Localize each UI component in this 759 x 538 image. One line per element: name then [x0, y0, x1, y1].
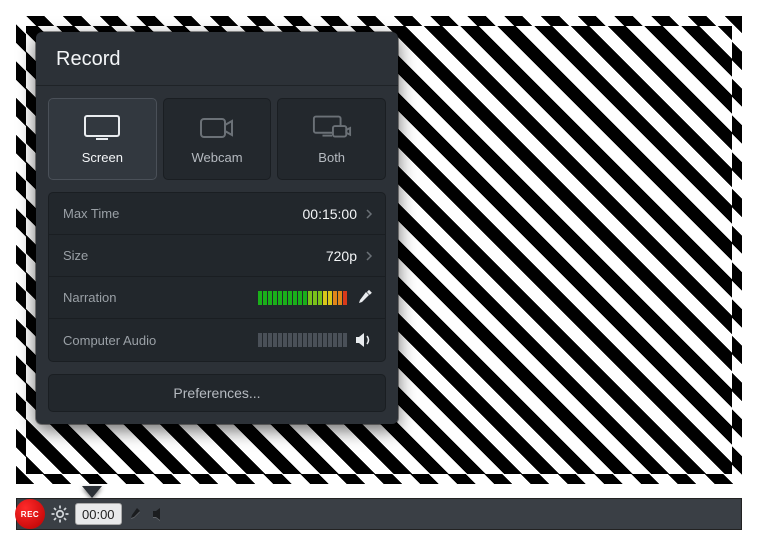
panel-title: Record	[36, 32, 398, 86]
mode-selector: Screen Webcam Both	[48, 98, 386, 180]
setting-size[interactable]: Size 720p	[49, 235, 385, 277]
preferences-label: Preferences...	[173, 385, 260, 401]
webcam-icon	[197, 114, 237, 142]
resize-handle-top-right[interactable]	[724, 14, 744, 34]
chevron-right-icon	[361, 251, 377, 261]
setting-computer-audio[interactable]: Computer Audio	[49, 319, 385, 361]
microphone-status-icon[interactable]	[126, 506, 146, 522]
setting-label: Max Time	[63, 206, 303, 221]
mode-label: Both	[318, 150, 345, 165]
record-button[interactable]: REC	[15, 499, 45, 529]
resize-handle-bottom-left[interactable]	[14, 466, 34, 486]
record-panel: Record Screen Webcam Both	[36, 32, 398, 424]
chevron-right-icon	[361, 209, 377, 219]
gear-icon	[51, 505, 69, 523]
microphone-icon	[353, 289, 375, 307]
record-label: REC	[21, 510, 39, 519]
resize-handle-bottom-right[interactable]	[724, 466, 744, 486]
mode-label: Screen	[82, 150, 123, 165]
setting-label: Narration	[63, 290, 258, 305]
resize-handle-top-left[interactable]	[14, 14, 34, 34]
timer-display: 00:00	[75, 503, 122, 525]
settings-list: Max Time 00:15:00 Size 720p Narration	[48, 192, 386, 362]
mode-label: Webcam	[191, 150, 242, 165]
screen-icon	[82, 114, 122, 142]
speaker-status-icon[interactable]	[150, 507, 170, 521]
setting-label: Computer Audio	[63, 333, 258, 348]
speaker-icon	[353, 332, 375, 348]
audio-level-meter	[258, 333, 347, 347]
narration-level-meter	[258, 291, 347, 305]
status-bar: REC 00:00	[16, 498, 742, 530]
preferences-button[interactable]: Preferences...	[48, 374, 386, 412]
setting-label: Size	[63, 248, 326, 263]
setting-max-time[interactable]: Max Time 00:15:00	[49, 193, 385, 235]
mode-both-button[interactable]: Both	[277, 98, 386, 180]
mode-screen-button[interactable]: Screen	[48, 98, 157, 180]
both-icon	[312, 114, 352, 142]
mode-webcam-button[interactable]: Webcam	[163, 98, 272, 180]
setting-value: 720p	[326, 248, 357, 264]
settings-button[interactable]	[49, 503, 71, 525]
setting-value: 00:15:00	[303, 206, 358, 222]
setting-narration[interactable]: Narration	[49, 277, 385, 319]
panel-pointer	[82, 486, 102, 498]
